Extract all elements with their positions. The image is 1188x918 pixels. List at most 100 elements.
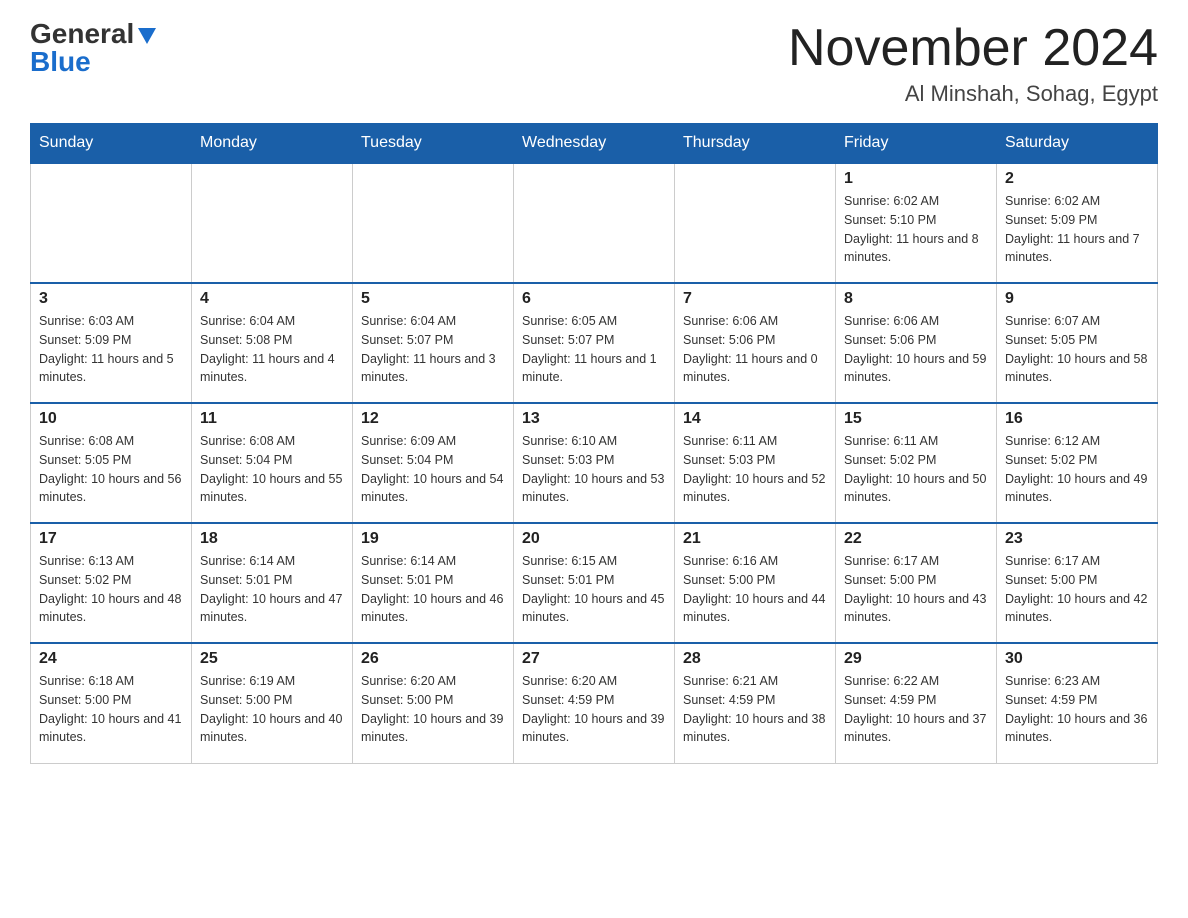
logo-general-text: General [30,20,134,48]
calendar-cell-2-6: 8 Sunrise: 6:06 AM Sunset: 5:06 PM Daylig… [836,283,997,403]
day-info: Sunrise: 6:09 AM Sunset: 5:04 PM Dayligh… [361,432,505,507]
calendar-cell-4-1: 17 Sunrise: 6:13 AM Sunset: 5:02 PM Dayli… [31,523,192,643]
calendar-cell-5-2: 25Sunrise: 6:19 AM Sunset: 5:00 PM Dayli… [192,643,353,763]
calendar-cell-5-4: 27 Sunrise: 6:20 AM Sunset: 4:59 PM Dayli… [514,643,675,763]
day-number: 30 [1005,650,1149,668]
day-number: 8 [844,290,988,308]
calendar-cell-4-3: 19 Sunrise: 6:14 AM Sunset: 5:01 PM Dayli… [353,523,514,643]
day-info: Sunrise: 6:02 AM Sunset: 5:09 PM Dayligh… [1005,192,1149,267]
day-info: Sunrise: 6:21 AM Sunset: 4:59 PM Dayligh… [683,672,827,747]
weekday-header-wednesday: Wednesday [514,124,675,164]
calendar-cell-4-7: 23 Sunrise: 6:17 AM Sunset: 5:00 PM Dayli… [997,523,1158,643]
day-info: Sunrise: 6:18 AM Sunset: 5:00 PM Dayligh… [39,672,183,747]
calendar-cell-4-4: 20 Sunrise: 6:15 AM Sunset: 5:01 PM Dayli… [514,523,675,643]
calendar-cell-1-7: 2 Sunrise: 6:02 AM Sunset: 5:09 PM Daylig… [997,163,1158,283]
day-info: Sunrise: 6:19 AM Sunset: 5:00 PM Dayligh… [200,672,344,747]
day-number: 5 [361,290,505,308]
weekday-header-sunday: Sunday [31,124,192,164]
calendar-cell-5-7: 30 Sunrise: 6:23 AM Sunset: 4:59 PM Dayli… [997,643,1158,763]
day-info: Sunrise: 6:20 AM Sunset: 5:00 PM Dayligh… [361,672,505,747]
calendar-cell-2-5: 7 Sunrise: 6:06 AM Sunset: 5:06 PM Daylig… [675,283,836,403]
day-info: Sunrise: 6:20 AM Sunset: 4:59 PM Dayligh… [522,672,666,747]
calendar-cell-2-4: 6 Sunrise: 6:05 AM Sunset: 5:07 PM Daylig… [514,283,675,403]
day-info: Sunrise: 6:16 AM Sunset: 5:00 PM Dayligh… [683,552,827,627]
day-number: 15 [844,410,988,428]
day-number: 17 [39,530,183,548]
day-number: 16 [1005,410,1149,428]
calendar-cell-1-6: 1 Sunrise: 6:02 AM Sunset: 5:10 PM Daylig… [836,163,997,283]
day-info: Sunrise: 6:17 AM Sunset: 5:00 PM Dayligh… [844,552,988,627]
calendar-cell-3-1: 10Sunrise: 6:08 AM Sunset: 5:05 PM Dayli… [31,403,192,523]
calendar-cell-3-2: 11Sunrise: 6:08 AM Sunset: 5:04 PM Dayli… [192,403,353,523]
calendar-cell-4-6: 22 Sunrise: 6:17 AM Sunset: 5:00 PM Dayli… [836,523,997,643]
week-row-1: 1 Sunrise: 6:02 AM Sunset: 5:10 PM Daylig… [31,163,1158,283]
day-number: 3 [39,290,183,308]
day-number: 20 [522,530,666,548]
calendar-cell-3-4: 13 Sunrise: 6:10 AM Sunset: 5:03 PM Dayli… [514,403,675,523]
week-row-2: 3 Sunrise: 6:03 AM Sunset: 5:09 PM Daylig… [31,283,1158,403]
day-number: 23 [1005,530,1149,548]
calendar-cell-4-5: 21 Sunrise: 6:16 AM Sunset: 5:00 PM Dayli… [675,523,836,643]
day-number: 12 [361,410,505,428]
day-info: Sunrise: 6:08 AM Sunset: 5:05 PM Dayligh… [39,432,183,507]
day-number: 1 [844,170,988,188]
weekday-header-tuesday: Tuesday [353,124,514,164]
calendar-cell-1-4 [514,163,675,283]
week-row-3: 10Sunrise: 6:08 AM Sunset: 5:05 PM Dayli… [31,403,1158,523]
week-row-4: 17 Sunrise: 6:13 AM Sunset: 5:02 PM Dayli… [31,523,1158,643]
day-info: Sunrise: 6:13 AM Sunset: 5:02 PM Dayligh… [39,552,183,627]
day-number: 6 [522,290,666,308]
day-number: 21 [683,530,827,548]
day-info: Sunrise: 6:17 AM Sunset: 5:00 PM Dayligh… [1005,552,1149,627]
day-number: 24 [39,650,183,668]
day-info: Sunrise: 6:15 AM Sunset: 5:01 PM Dayligh… [522,552,666,627]
day-info: Sunrise: 6:11 AM Sunset: 5:03 PM Dayligh… [683,432,827,507]
day-info: Sunrise: 6:04 AM Sunset: 5:08 PM Dayligh… [200,312,344,387]
day-number: 29 [844,650,988,668]
weekday-header-saturday: Saturday [997,124,1158,164]
day-info: Sunrise: 6:22 AM Sunset: 4:59 PM Dayligh… [844,672,988,747]
location-subtitle: Al Minshah, Sohag, Egypt [788,81,1158,107]
day-info: Sunrise: 6:10 AM Sunset: 5:03 PM Dayligh… [522,432,666,507]
day-number: 7 [683,290,827,308]
page-header: General Blue November 2024 Al Minshah, S… [30,20,1158,107]
day-info: Sunrise: 6:03 AM Sunset: 5:09 PM Dayligh… [39,312,183,387]
calendar-cell-5-1: 24 Sunrise: 6:18 AM Sunset: 5:00 PM Dayli… [31,643,192,763]
weekday-header-row: SundayMondayTuesdayWednesdayThursdayFrid… [31,124,1158,164]
day-info: Sunrise: 6:04 AM Sunset: 5:07 PM Dayligh… [361,312,505,387]
day-info: Sunrise: 6:05 AM Sunset: 5:07 PM Dayligh… [522,312,666,387]
day-number: 2 [1005,170,1149,188]
calendar-cell-1-5 [675,163,836,283]
calendar-cell-1-3 [353,163,514,283]
calendar-cell-2-3: 5 Sunrise: 6:04 AM Sunset: 5:07 PM Daylig… [353,283,514,403]
calendar-cell-5-3: 26 Sunrise: 6:20 AM Sunset: 5:00 PM Dayli… [353,643,514,763]
calendar-cell-5-5: 28Sunrise: 6:21 AM Sunset: 4:59 PM Dayli… [675,643,836,763]
weekday-header-friday: Friday [836,124,997,164]
logo-triangle-icon [136,24,158,46]
day-info: Sunrise: 6:07 AM Sunset: 5:05 PM Dayligh… [1005,312,1149,387]
day-number: 26 [361,650,505,668]
day-number: 18 [200,530,344,548]
calendar-cell-3-5: 14Sunrise: 6:11 AM Sunset: 5:03 PM Dayli… [675,403,836,523]
day-info: Sunrise: 6:06 AM Sunset: 5:06 PM Dayligh… [683,312,827,387]
day-info: Sunrise: 6:14 AM Sunset: 5:01 PM Dayligh… [361,552,505,627]
title-section: November 2024 Al Minshah, Sohag, Egypt [788,20,1158,107]
day-info: Sunrise: 6:08 AM Sunset: 5:04 PM Dayligh… [200,432,344,507]
calendar-cell-1-1 [31,163,192,283]
calendar-cell-3-3: 12 Sunrise: 6:09 AM Sunset: 5:04 PM Dayli… [353,403,514,523]
calendar-cell-5-6: 29 Sunrise: 6:22 AM Sunset: 4:59 PM Dayli… [836,643,997,763]
logo-blue-text: Blue [30,48,91,76]
calendar-cell-1-2 [192,163,353,283]
day-number: 19 [361,530,505,548]
day-number: 27 [522,650,666,668]
day-number: 13 [522,410,666,428]
day-info: Sunrise: 6:14 AM Sunset: 5:01 PM Dayligh… [200,552,344,627]
day-info: Sunrise: 6:12 AM Sunset: 5:02 PM Dayligh… [1005,432,1149,507]
week-row-5: 24 Sunrise: 6:18 AM Sunset: 5:00 PM Dayli… [31,643,1158,763]
day-number: 22 [844,530,988,548]
calendar-cell-2-1: 3 Sunrise: 6:03 AM Sunset: 5:09 PM Daylig… [31,283,192,403]
month-year-title: November 2024 [788,20,1158,77]
day-info: Sunrise: 6:23 AM Sunset: 4:59 PM Dayligh… [1005,672,1149,747]
day-info: Sunrise: 6:06 AM Sunset: 5:06 PM Dayligh… [844,312,988,387]
day-info: Sunrise: 6:02 AM Sunset: 5:10 PM Dayligh… [844,192,988,267]
